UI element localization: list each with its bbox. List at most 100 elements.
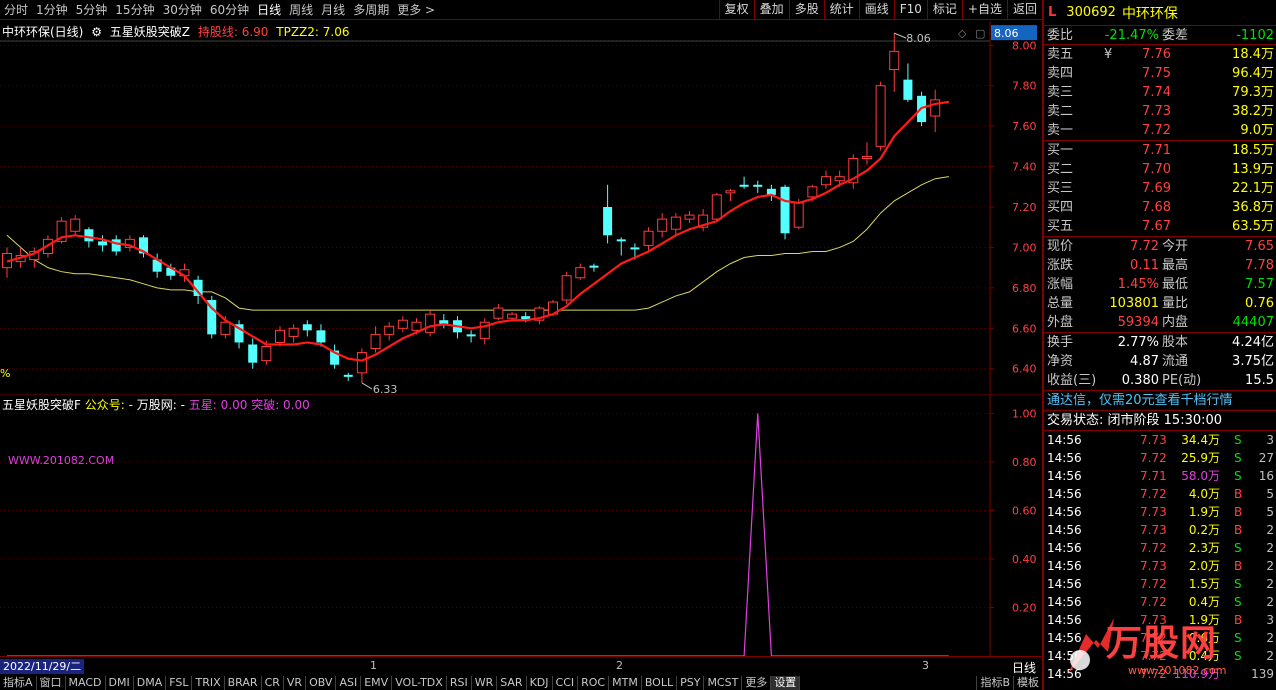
candle-body — [343, 374, 353, 377]
weicha-value: -1102 — [1236, 28, 1274, 43]
indicator-tab[interactable]: VR — [284, 676, 307, 690]
period-tab[interactable]: 分时 — [0, 0, 32, 20]
ask-row[interactable]: 卖二 7.73 38.2万 — [1044, 102, 1276, 121]
indicator-tab[interactable]: 模板 — [1013, 676, 1042, 690]
indicator-tab[interactable]: VOL-TDX — [392, 676, 447, 690]
period-tab[interactable]: 5分钟 — [72, 0, 112, 20]
candle-body — [302, 324, 312, 331]
period-tab[interactable]: 多周期 — [349, 0, 393, 20]
bid-row[interactable]: 买三 7.69 22.1万 — [1044, 179, 1276, 198]
tool-button[interactable]: 统计 — [823, 0, 859, 20]
indicator-tab[interactable]: SAR — [497, 676, 527, 690]
indicator-tab[interactable]: TRIX — [192, 676, 225, 690]
candle-body — [111, 239, 121, 252]
ma-line-series — [6, 100, 950, 362]
period-tab[interactable]: 日线 — [253, 0, 285, 20]
tick-count: 2 — [1266, 577, 1274, 591]
quote-mark: L — [1048, 5, 1057, 20]
indicator-tab[interactable]: BRAR — [225, 676, 262, 690]
indicator-panel[interactable]: 五星妖股突破F 公众号: - 万股网: - 五星: 0.00 突破: 0.00 … — [0, 394, 1042, 656]
stat-label: 量比 — [1162, 296, 1189, 311]
bid-price: 7.70 — [1142, 162, 1171, 177]
candle-body — [670, 216, 681, 230]
candle-body — [561, 275, 572, 301]
bid-row[interactable]: 买五 7.67 63.5万 — [1044, 217, 1276, 236]
indicator-tab[interactable]: MCST — [704, 676, 743, 690]
ask-price: 7.76 — [1142, 47, 1171, 62]
indicator-tab[interactable]: ASI — [336, 676, 362, 690]
candle-body — [807, 186, 818, 198]
period-tab[interactable]: 1分钟 — [32, 0, 72, 20]
tool-button[interactable]: 画线 — [858, 0, 894, 20]
gear-icon[interactable]: ⚙ — [91, 25, 102, 39]
tool-button[interactable]: +自选 — [961, 0, 1007, 20]
tick-price: 7.72 — [1140, 487, 1167, 501]
tool-button[interactable]: 标记 — [926, 0, 962, 20]
period-tab[interactable]: 月线 — [317, 0, 349, 20]
price-flag: ¥ — [1104, 47, 1113, 62]
period-label: 日线 — [1011, 661, 1036, 675]
period-tab[interactable]: 60分钟 — [206, 0, 253, 20]
ask-volume: 79.3万 — [1232, 85, 1274, 100]
indicator-tab[interactable]: MTM — [609, 676, 642, 690]
indicator-tab[interactable]: 设置 — [771, 676, 801, 690]
indicator-y-tick-label: 0.60 — [1012, 504, 1037, 517]
kline-chart[interactable]: 中环环保(日线) ⚙ 五星妖股突破Z 持股线: 6.90 TPZZ2: 7.06… — [0, 21, 1042, 393]
indicator-tab[interactable]: RSI — [447, 676, 472, 690]
indicator-tab[interactable]: ROC — [578, 676, 610, 690]
hold-line-value: 持股线: 6.90 — [197, 25, 269, 39]
tool-button[interactable]: F10 — [893, 0, 927, 20]
ask-row[interactable]: 卖四 7.75 96.4万 — [1044, 64, 1276, 83]
indicator-tab[interactable]: BOLL — [642, 676, 678, 690]
bid-row[interactable]: 买四 7.68 36.8万 — [1044, 198, 1276, 217]
tool-button[interactable]: 返回 — [1006, 0, 1042, 20]
indicator-tab[interactable]: 指标B — [976, 676, 1013, 690]
ask-row[interactable]: 卖五 ¥7.76 18.4万 — [1044, 45, 1276, 64]
indicator-tab[interactable]: 更多 — [742, 676, 772, 690]
period-tab[interactable]: 周线 — [285, 0, 317, 20]
period-tab[interactable]: 15分钟 — [111, 0, 158, 20]
indicator-tab[interactable]: DMA — [134, 676, 167, 690]
tool-button[interactable]: 复权 — [718, 0, 754, 20]
bid-row[interactable]: 买一 7.71 18.5万 — [1044, 141, 1276, 160]
ask-label: 卖四 — [1047, 66, 1074, 81]
indicator-tab[interactable]: WR — [472, 676, 498, 690]
candle-body — [466, 334, 476, 337]
period-tab[interactable]: 更多 > — [393, 0, 439, 20]
stat-label: 换手 — [1047, 335, 1074, 350]
tick-price: 7.72 — [1140, 577, 1167, 591]
trade-state-time: 15:30:00 — [1163, 413, 1223, 428]
weicha-label: 委差 — [1162, 28, 1189, 43]
indicator-tab[interactable]: CR — [262, 676, 284, 690]
stock-name: 中环环保 — [1121, 5, 1178, 22]
stat-value: 7.72 — [1130, 239, 1159, 254]
indicator-tab[interactable]: PSY — [677, 676, 705, 690]
candle-body — [370, 333, 381, 350]
candle-body — [589, 265, 599, 268]
period-tab[interactable]: 30分钟 — [159, 0, 206, 20]
indicator-tab[interactable]: DMI — [106, 676, 134, 690]
indicator-title[interactable]: 五星妖股突破F — [2, 398, 81, 412]
indicator-tab[interactable]: MACD — [66, 676, 106, 690]
candle-body — [288, 327, 299, 337]
fundamental-row: 净资 4.87 流通 3.75亿 — [1044, 352, 1276, 371]
tool-button[interactable]: 叠加 — [753, 0, 789, 20]
tick-time: 14:56 — [1047, 541, 1082, 555]
stat-label: 今开 — [1162, 239, 1189, 254]
indicator-tab[interactable]: KDJ — [527, 676, 553, 690]
ask-row[interactable]: 卖一 7.72 9.0万 — [1044, 121, 1276, 140]
tool-button[interactable]: 多股 — [788, 0, 824, 20]
indicator-tab[interactable]: FSL — [166, 676, 193, 690]
bid-volume: 22.1万 — [1232, 181, 1274, 196]
tick-price: 7.73 — [1140, 505, 1167, 519]
indicator-tab[interactable]: 指标A — [0, 676, 37, 690]
promo-banner[interactable]: 通达信，仅需20元查看千档行情 — [1044, 391, 1276, 411]
indicator-name[interactable]: 五星妖股突破Z — [110, 25, 190, 39]
indicator-tab[interactable]: 窗口 — [37, 676, 66, 690]
bid-row[interactable]: 买二 7.70 13.9万 — [1044, 160, 1276, 179]
indicator-tab[interactable]: OBV — [306, 676, 337, 690]
indicator-tab[interactable]: CCI — [553, 676, 579, 690]
ask-row[interactable]: 卖三 7.74 79.3万 — [1044, 83, 1276, 102]
bid-label: 买三 — [1047, 181, 1074, 196]
indicator-tab[interactable]: EMV — [361, 676, 393, 690]
